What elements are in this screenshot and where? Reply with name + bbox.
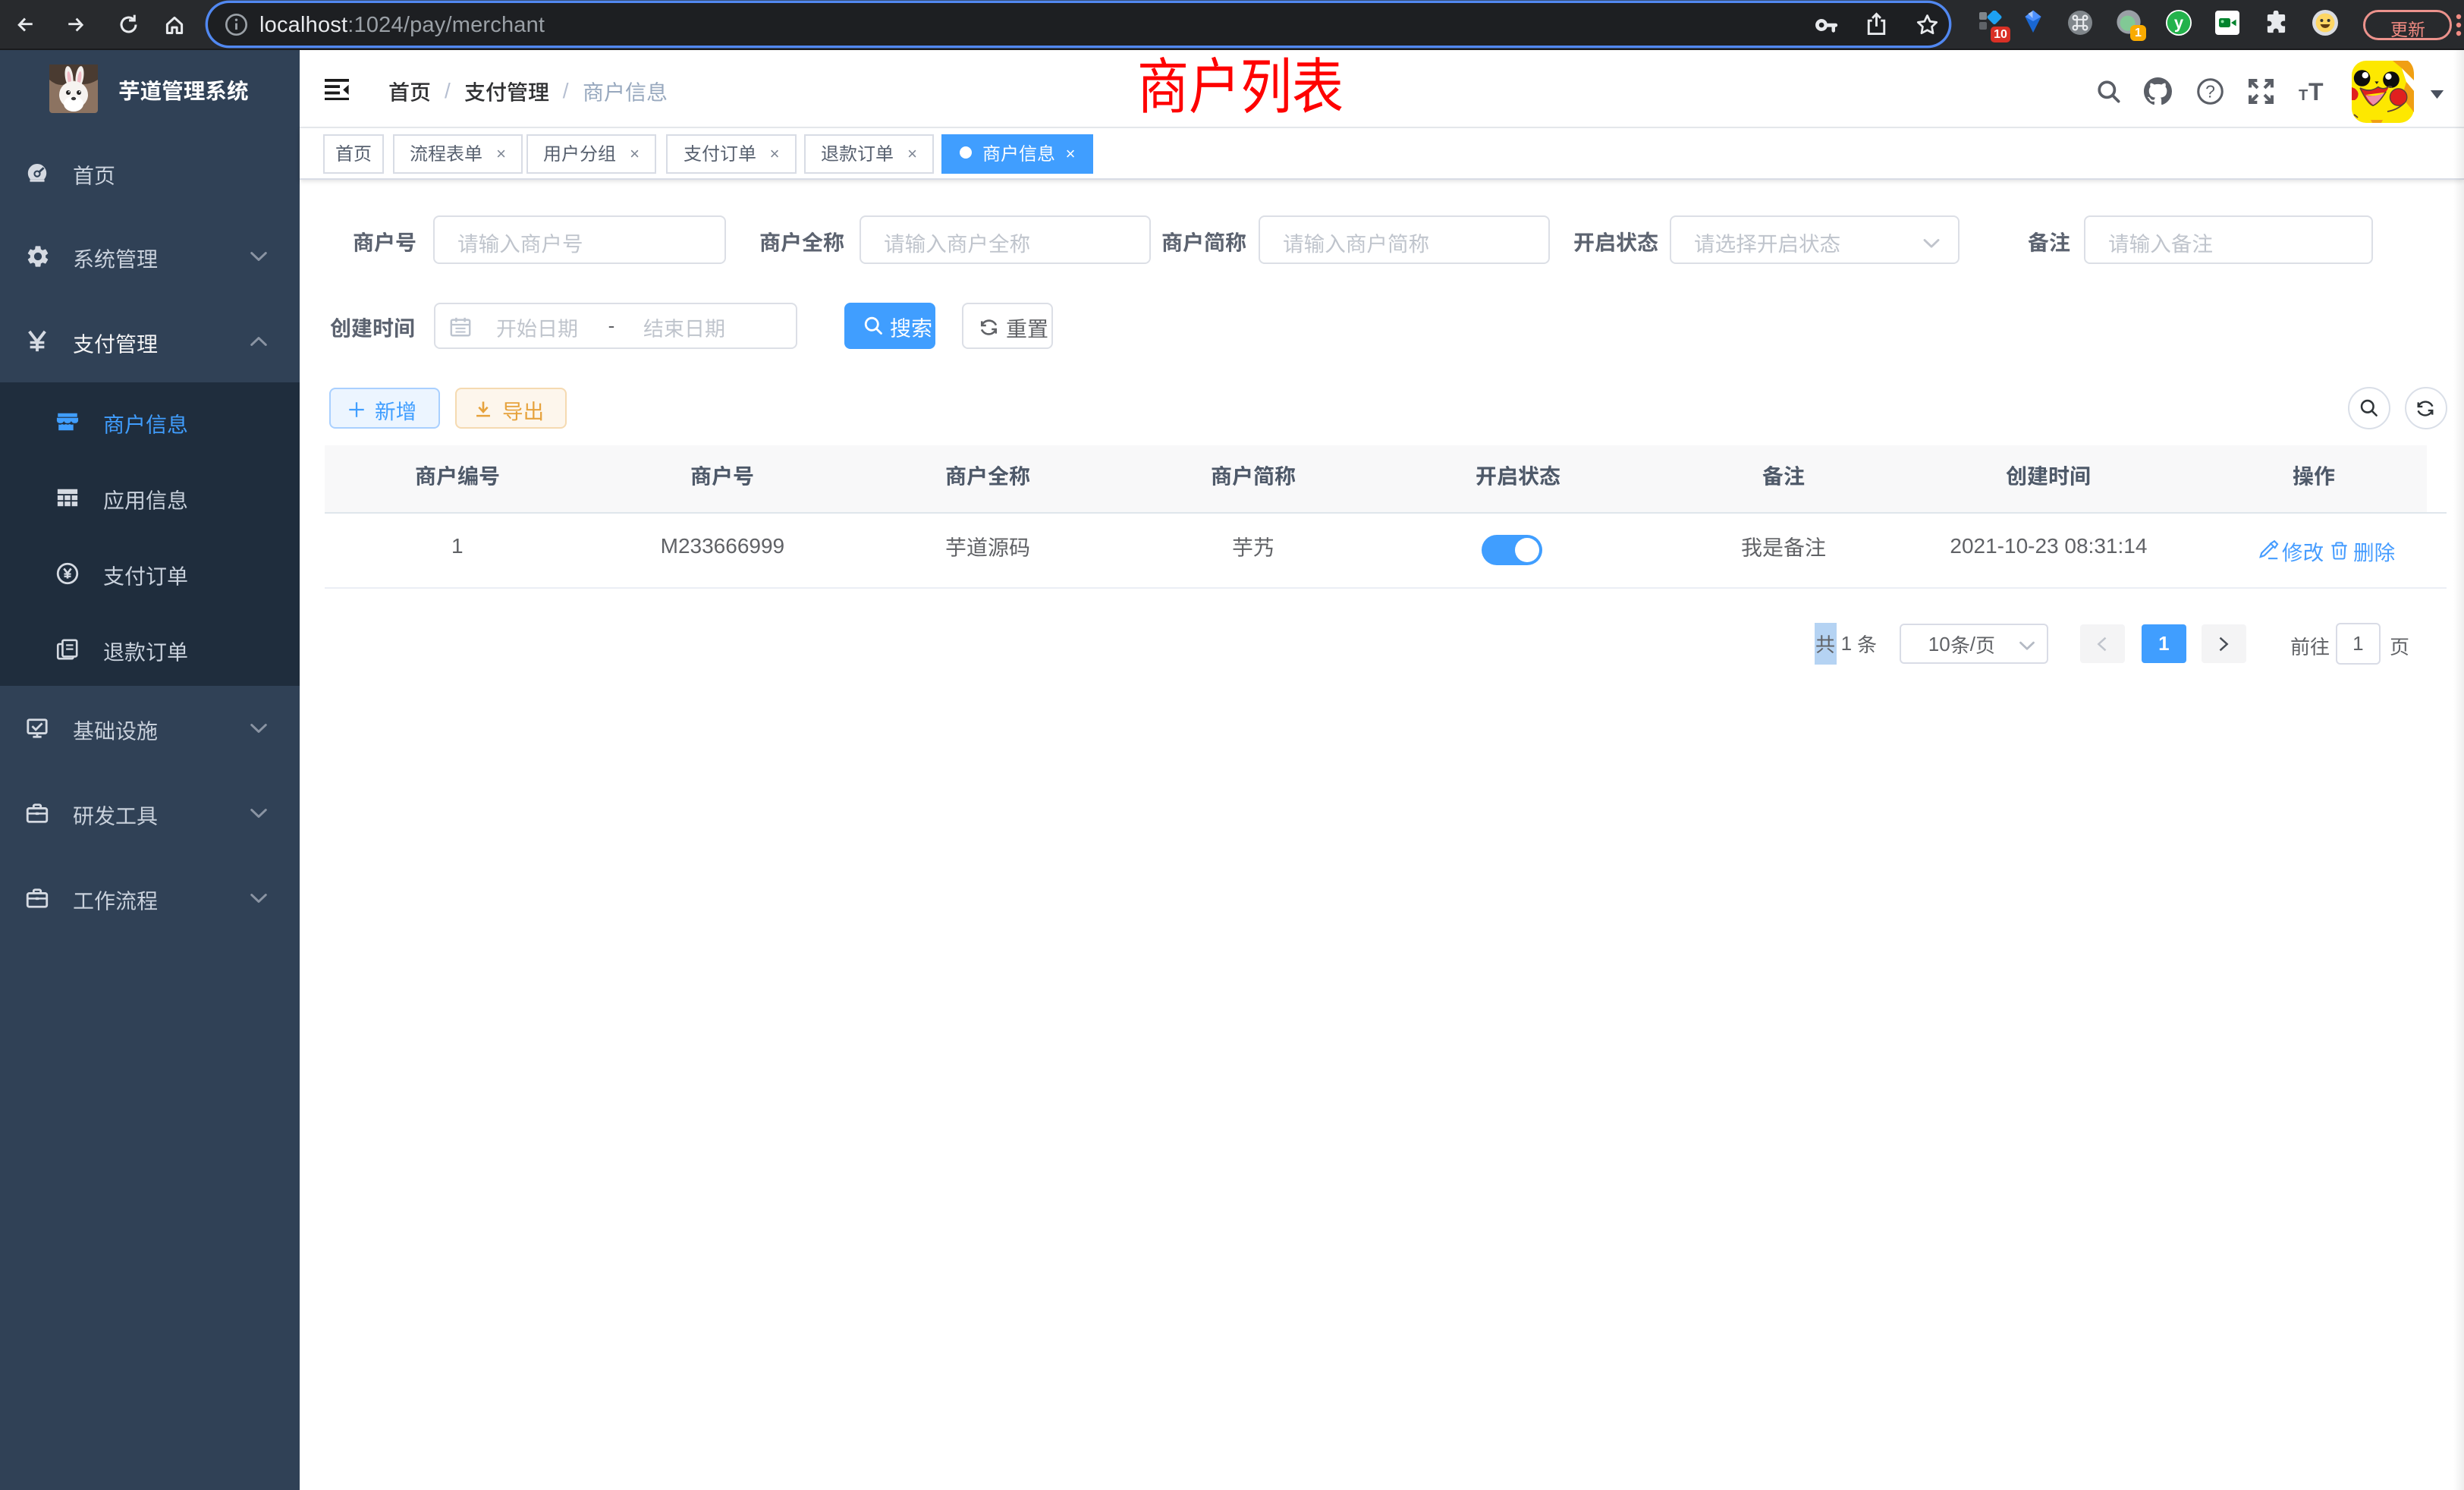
svg-text:?: ? <box>2205 81 2215 101</box>
svg-text:T: T <box>2308 79 2324 105</box>
svg-text:T: T <box>2299 87 2308 104</box>
svg-text:y: y <box>2174 14 2184 33</box>
